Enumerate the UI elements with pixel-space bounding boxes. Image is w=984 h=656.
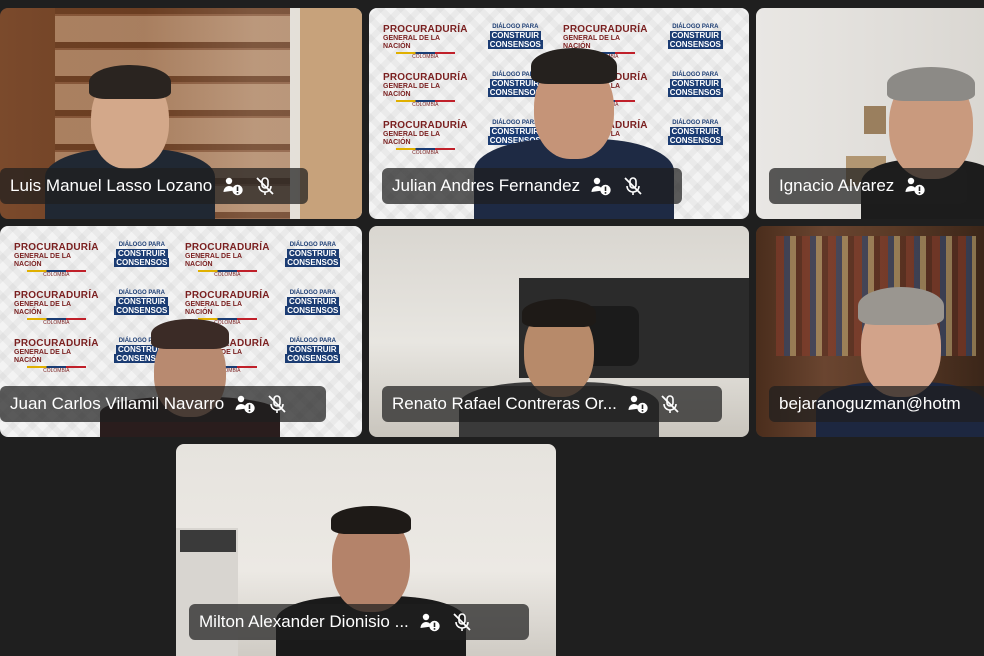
video-grid: Luis Manuel Lasso Lozano PROCURADURÍA GEN… (0, 0, 984, 656)
unstable-connection-icon (234, 393, 256, 415)
participant-tile-ignacio[interactable]: Ignacio Alvarez (756, 8, 984, 219)
participant-nameplate: bejaranoguzman@hotm (769, 386, 984, 422)
participant-nameplate: Milton Alexander Dionisio ... (189, 604, 529, 640)
mic-muted-icon[interactable] (254, 175, 276, 197)
participant-name: Julian Andres Fernandez (392, 176, 581, 195)
participant-tile-bejarano[interactable]: bejaranoguzman@hotm (756, 226, 984, 437)
participant-name: Juan Carlos Villamil Navarro (10, 394, 225, 413)
participant-nameplate: Ignacio Alvarez (769, 168, 967, 204)
procuraduria-logo: PROCURADURÍAGENERAL DE LA NACIÓNCOLOMBIA (14, 290, 99, 326)
dialogo-logo: DIÁLOGO PARA CONSTRUIR CONSENSOS (114, 242, 170, 267)
participant-nameplate: Julian Andres Fernandez (382, 168, 682, 204)
unstable-connection-icon (419, 611, 441, 633)
unstable-connection-icon (627, 393, 649, 415)
procuraduria-logo: PROCURADURÍAGENERAL DE LA NACIÓNCOLOMBIA (383, 72, 468, 108)
participant-name: bejaranoguzman@hotm (779, 394, 961, 413)
mic-muted-icon[interactable] (266, 393, 288, 415)
participant-name: Luis Manuel Lasso Lozano (10, 176, 213, 195)
participant-tile-luis[interactable]: Luis Manuel Lasso Lozano (0, 8, 362, 219)
mic-muted-icon[interactable] (659, 393, 681, 415)
participant-tile-juan-carlos[interactable]: PROCURADURÍA GENERAL DE LA NACIÓN COLOMBIA… (0, 226, 362, 437)
participant-tile-milton[interactable]: Milton Alexander Dionisio ... (176, 444, 556, 656)
unstable-connection-icon (222, 175, 244, 197)
unstable-connection-icon (590, 175, 612, 197)
participant-tile-renato[interactable]: Renato Rafael Contreras Or... (369, 226, 749, 437)
participant-name: Milton Alexander Dionisio ... (199, 612, 409, 631)
procuraduria-logo: PROCURADURÍAGENERAL DE LA NACIÓNCOLOMBIA (14, 338, 99, 374)
participant-nameplate: Luis Manuel Lasso Lozano (0, 168, 308, 204)
participant-tile-julian[interactable]: PROCURADURÍA GENERAL DE LA NACIÓN COLOMBIA… (369, 8, 749, 219)
dialogo-logo: DIÁLOGO PARA CONSTRUIR CONSENSOS (285, 338, 341, 363)
procuraduria-logo: PROCURADURÍAGENERAL DE LA NACIÓNCOLOMBIA (383, 120, 468, 156)
dialogo-logo: DIÁLOGO PARA CONSTRUIR CONSENSOS (285, 290, 341, 315)
procuraduria-logo: PROCURADURÍAGENERAL DE LA NACIÓNCOLOMBIA (14, 242, 99, 278)
participant-name: Ignacio Alvarez (779, 176, 895, 195)
participant-nameplate: Renato Rafael Contreras Or... (382, 386, 722, 422)
participant-nameplate: Juan Carlos Villamil Navarro (0, 386, 326, 422)
participant-name: Renato Rafael Contreras Or... (392, 394, 617, 413)
mic-muted-icon[interactable] (451, 611, 473, 633)
dialogo-logo: DIÁLOGO PARA CONSTRUIR CONSENSOS (285, 242, 341, 267)
unstable-connection-icon (904, 175, 926, 197)
procuraduria-logo: PROCURADURÍAGENERAL DE LA NACIÓNCOLOMBIA (383, 24, 468, 60)
mic-muted-icon[interactable] (622, 175, 644, 197)
procuraduria-logo: PROCURADURÍAGENERAL DE LA NACIÓNCOLOMBIA (185, 242, 270, 278)
